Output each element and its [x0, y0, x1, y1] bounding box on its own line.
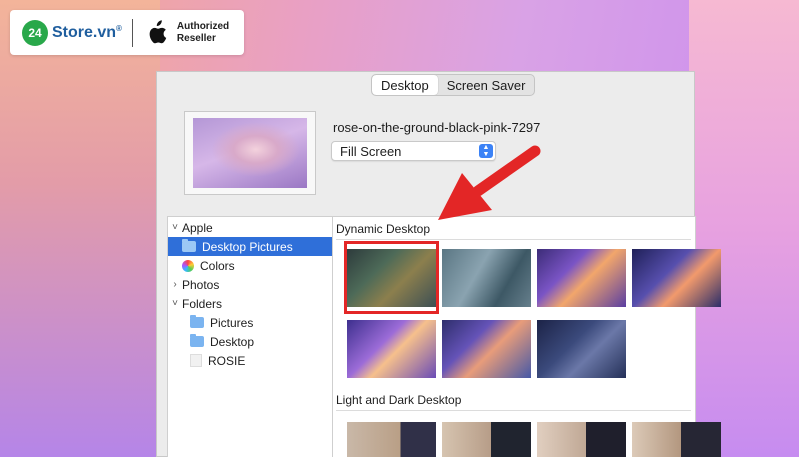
background-right	[689, 0, 799, 457]
sidebar-group-folders[interactable]: ˅ Folders	[168, 294, 332, 313]
sidebar-label: Colors	[200, 258, 235, 273]
wallpaper-thumb[interactable]	[537, 249, 626, 307]
store-logo-badge: 24 Store.vn® Authorized Reseller	[10, 10, 244, 55]
selected-thumb-highlight	[344, 241, 439, 314]
blank-folder-icon	[190, 354, 202, 367]
sidebar-group-photos[interactable]: › Photos	[168, 275, 332, 294]
select-stepper-icon[interactable]: ▲ ▼	[479, 144, 493, 158]
source-sidebar: ˅ Apple Desktop Pictures Colors › Photos…	[167, 216, 333, 457]
wallpaper-preview-image	[193, 118, 307, 188]
fill-screen-value: Fill Screen	[340, 144, 402, 159]
sidebar-label: Desktop	[210, 334, 255, 349]
logo-registered-mark: ®	[116, 23, 122, 33]
fill-screen-select[interactable]: Fill Screen ▲ ▼	[331, 141, 496, 161]
folder-icon	[182, 239, 196, 252]
tab-screen-saver[interactable]: Screen Saver	[438, 75, 535, 95]
wallpaper-thumb[interactable]	[537, 320, 626, 378]
sidebar-label: Desktop Pictures	[202, 239, 293, 254]
apple-logo-icon	[149, 19, 167, 43]
section-title-light-dark-desktop: Light and Dark Desktop	[336, 393, 691, 411]
wallpaper-name: rose-on-the-ground-black-pink-7297	[333, 120, 541, 135]
sidebar-label: Folders	[182, 296, 223, 311]
wallpaper-thumb[interactable]	[632, 249, 721, 307]
wallpaper-preview	[184, 111, 316, 195]
chevron-right-icon[interactable]: ›	[168, 279, 182, 290]
wallpaper-thumb[interactable]	[537, 422, 626, 457]
wallpaper-grid: Dynamic Desktop Light and Dark Desktop	[333, 216, 721, 457]
sidebar-item-rosie[interactable]: ROSIE	[168, 351, 332, 370]
background-left	[0, 0, 160, 457]
tab-desktop[interactable]: Desktop	[372, 75, 438, 95]
colors-icon	[182, 259, 194, 272]
auth-line-1: Authorized	[176, 20, 230, 32]
sidebar-label: Photos	[182, 277, 220, 292]
wallpaper-thumb[interactable]	[347, 422, 436, 457]
wallpaper-thumb[interactable]	[442, 249, 531, 307]
sidebar-item-desktop-pictures[interactable]: Desktop Pictures	[168, 237, 332, 256]
authorized-reseller-text: Authorized Reseller	[177, 21, 229, 45]
wallpaper-thumb[interactable]	[442, 422, 531, 457]
logo-24-mark: 24	[22, 19, 48, 46]
wallpaper-thumb[interactable]	[442, 320, 531, 378]
sidebar-item-desktop[interactable]: Desktop	[168, 332, 332, 351]
folder-icon	[190, 334, 204, 347]
sidebar-item-colors[interactable]: Colors	[168, 256, 332, 275]
logo-divider	[131, 18, 133, 47]
section-title-dynamic-desktop: Dynamic Desktop	[336, 222, 691, 240]
tab-bar: Desktop Screen Saver	[371, 74, 536, 96]
sidebar-group-apple[interactable]: ˅ Apple	[168, 218, 332, 237]
sidebar-label: ROSIE	[208, 353, 246, 368]
sidebar-label: Pictures	[210, 315, 254, 330]
folder-icon	[190, 315, 204, 328]
auth-line-2: Reseller	[176, 32, 216, 44]
chevron-down-icon[interactable]: ˅	[168, 298, 182, 309]
sidebar-label: Apple	[182, 220, 213, 235]
desktop-preferences-window: Desktop Screen Saver rose-on-the-ground-…	[156, 71, 721, 457]
wallpaper-thumb[interactable]	[632, 422, 721, 457]
wallpaper-thumb[interactable]	[347, 320, 436, 378]
chevron-down-icon[interactable]: ˅	[168, 222, 182, 233]
logo-brand-name: Store.vn	[52, 23, 117, 41]
logo-brand-text: Store.vn®	[52, 24, 122, 42]
sidebar-item-pictures[interactable]: Pictures	[168, 313, 332, 332]
